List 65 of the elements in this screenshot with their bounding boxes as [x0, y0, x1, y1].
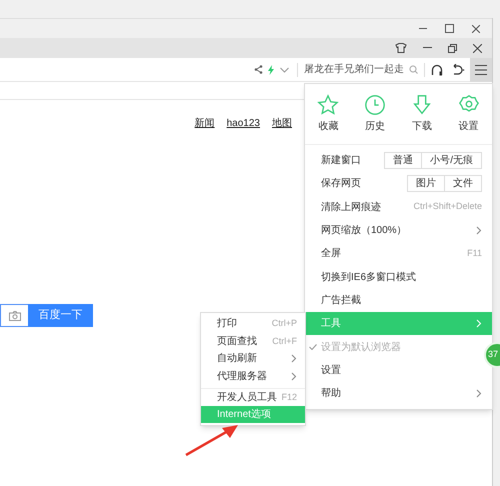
shortcut-label[interactable]: 收藏	[318, 119, 338, 134]
menu-item[interactable]: 代理服务器	[201, 368, 305, 385]
menu-label: 切换到IE6多窗口模式	[321, 270, 418, 285]
menu-item[interactable]: 自动刷新	[201, 350, 305, 368]
search-text[interactable]: 屠龙在手兄弟们一起走	[304, 62, 409, 77]
shortcut-text: Ctrl+P	[272, 317, 297, 330]
menu-label: 打印	[217, 316, 238, 332]
undo-icon[interactable]	[451, 64, 465, 76]
menu-item[interactable]: 保存网页 图片 文件	[305, 172, 492, 196]
nav-link[interactable]: 新闻	[194, 116, 215, 131]
menu-item[interactable]: 页面查找 Ctrl+F	[201, 332, 305, 350]
camera-icon[interactable]	[8, 310, 20, 320]
close-icon[interactable]	[473, 44, 482, 52]
menu-item[interactable]: 切换到IE6多窗口模式	[305, 265, 492, 289]
shortcut-label[interactable]: 历史	[365, 119, 386, 134]
menu-icon	[475, 64, 487, 74]
share-icon[interactable]	[254, 65, 263, 74]
menu-item[interactable]: 清除上网痕迹 Ctrl+Shift+Delete	[305, 196, 492, 219]
shortcut-text: Ctrl+Shift+Delete	[413, 200, 482, 214]
menu-item[interactable]: 打印 Ctrl+P	[201, 315, 305, 332]
maximize-icon[interactable]	[445, 24, 454, 33]
shortcut-text: F12	[281, 390, 297, 404]
search-button[interactable]: 百度一下	[28, 304, 93, 327]
menu-item[interactable]: 新建窗口 普通 小号/无痕	[305, 149, 492, 172]
option-button[interactable]: 小号/无痕	[421, 152, 482, 170]
close-icon[interactable]	[472, 24, 480, 32]
option-button[interactable]: 普通	[384, 152, 422, 170]
menu-item[interactable]: 广告拦截	[305, 288, 492, 312]
menu-label: 全屏	[321, 247, 342, 262]
shortcut-text: F11	[467, 247, 482, 260]
menu-label: 帮助	[321, 386, 342, 402]
chevron-down-icon[interactable]	[280, 66, 289, 72]
shortcut-label[interactable]: 下载	[412, 119, 432, 134]
restore-icon[interactable]	[448, 44, 457, 52]
menu-label: 代理服务器	[217, 370, 268, 384]
menu-button[interactable]	[470, 58, 492, 82]
menu-label: 工具	[321, 317, 342, 332]
option-button[interactable]: 文件	[444, 175, 482, 192]
pointer-arrow	[184, 423, 240, 457]
menu-item[interactable]: 全屏 F11	[305, 242, 492, 266]
shirt-icon[interactable]	[395, 43, 407, 53]
menu-label: 清除上网痕迹	[321, 200, 382, 215]
shortcut-text: Ctrl+F	[272, 334, 297, 348]
nav-link[interactable]: hao123	[226, 116, 260, 131]
clock-icon	[364, 94, 386, 116]
nav-link[interactable]: 地图	[272, 116, 292, 131]
menu-label: 设置为默认浏览器	[321, 340, 402, 355]
menu-label: 新建窗口	[321, 154, 362, 168]
menu-label: 网页缩放（100%）	[321, 224, 408, 238]
option-button[interactable]: 图片	[407, 175, 445, 192]
menu-item[interactable]: 网页缩放（100%）	[305, 218, 492, 242]
minimize-icon[interactable]	[423, 47, 432, 49]
download-icon	[410, 94, 433, 116]
star-icon	[317, 94, 340, 116]
headphones-icon[interactable]	[431, 64, 443, 76]
menu-label: 自动刷新	[217, 352, 258, 366]
menu-label: 设置	[321, 364, 342, 378]
menu-label: 开发人员工具	[217, 390, 278, 405]
shortcut-label[interactable]: 设置	[458, 119, 479, 134]
menu-label: 保存网页	[321, 177, 362, 192]
menu-label: 广告拦截	[321, 294, 362, 308]
menu-label: Internet选项	[217, 408, 272, 422]
menu-item[interactable]: 帮助	[305, 382, 492, 406]
minimize-icon[interactable]	[419, 28, 427, 30]
menu-label: 页面查找	[217, 334, 258, 349]
